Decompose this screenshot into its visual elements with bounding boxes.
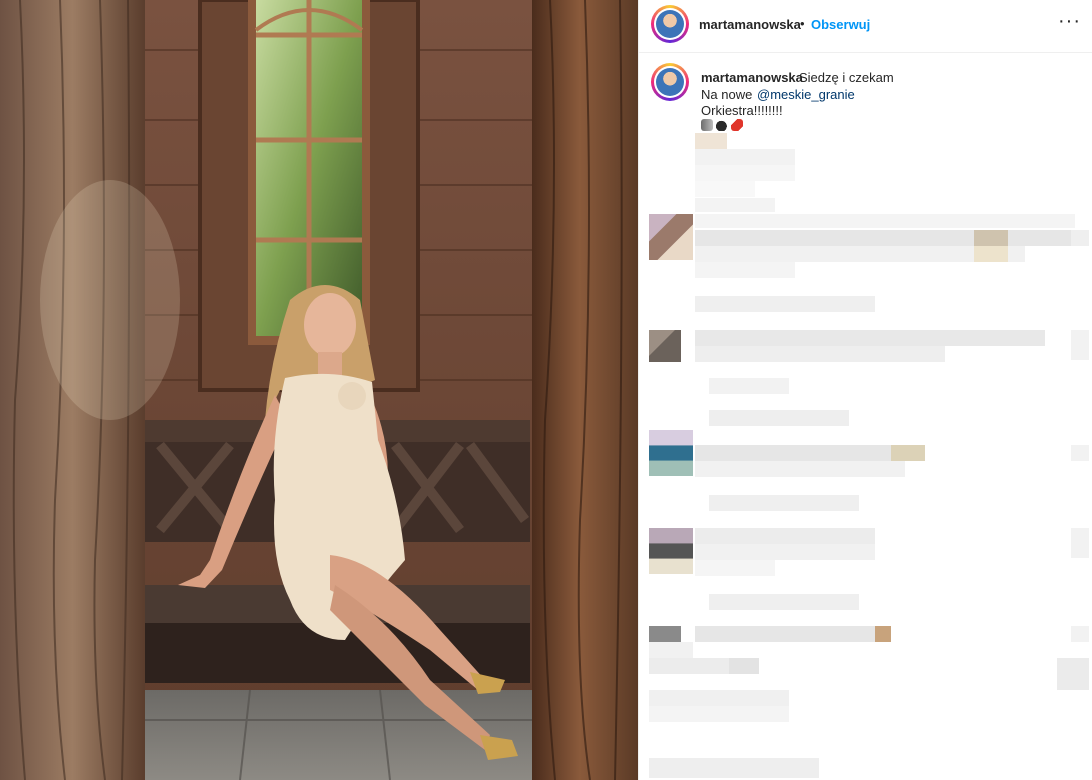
- comment-avatar: [649, 330, 681, 362]
- photo-illustration: [0, 0, 638, 780]
- comment-avatar: [649, 626, 681, 642]
- bomb-emoji-icon: [716, 119, 728, 131]
- avatar-image: [656, 68, 684, 96]
- ellipsis-icon[interactable]: ···: [1058, 10, 1081, 33]
- comment-avatar: [649, 214, 693, 260]
- megaphone-emoji-icon: [701, 119, 713, 131]
- author-avatar[interactable]: [651, 5, 689, 43]
- follow-button[interactable]: Obserwuj: [811, 17, 870, 32]
- post-photo[interactable]: [0, 0, 638, 780]
- caption-text-line2: Na nowe: [701, 87, 753, 102]
- caption-mention-link[interactable]: @meskie_granie: [757, 87, 855, 102]
- separator-dot: •: [800, 16, 805, 31]
- firecracker-emoji-icon: [731, 119, 743, 131]
- caption-username[interactable]: martamanowska: [701, 70, 803, 85]
- author-username[interactable]: martamanowska: [699, 17, 801, 32]
- post-side-panel: martamanowska • Obserwuj ··· martamanows…: [638, 0, 1092, 780]
- comment-avatar: [649, 430, 693, 476]
- comment-avatar: [649, 528, 693, 574]
- caption-text-line1: Siedzę i czekam: [799, 70, 894, 85]
- caption-text-line3: Orkiestra!!!!!!!!: [701, 103, 783, 118]
- caption-avatar[interactable]: [651, 63, 689, 101]
- avatar-image: [656, 10, 684, 38]
- post-header: martamanowska • Obserwuj ···: [639, 0, 1092, 53]
